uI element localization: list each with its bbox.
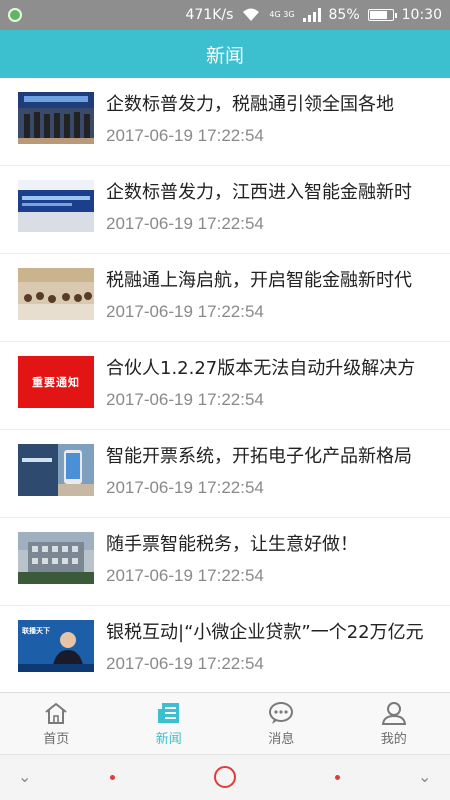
news-title: 税融通上海启航，开启智能金融新时代 — [106, 270, 412, 291]
tab-messages[interactable]: 消息 — [225, 693, 338, 754]
news-date: 2017-06-19 17:22:54 — [106, 214, 264, 233]
app-header: 新闻 — [0, 30, 450, 78]
news-date: 2017-06-19 17:22:54 — [106, 126, 264, 145]
status-right: 471K/s 4G 3G 85% 10:30 — [185, 0, 442, 30]
clock: 10:30 — [401, 7, 442, 23]
battery-percent: 85% — [328, 7, 360, 23]
news-icon — [157, 702, 179, 723]
news-item[interactable]: 联播天下 银税互动|“小微企业贷款”一个22万亿元 2017-06-19 17:… — [0, 606, 450, 692]
news-thumbnail — [18, 532, 94, 584]
back-button[interactable] — [110, 775, 115, 780]
news-title: 合伙人1.2.27版本无法自动升级解决方 — [106, 358, 416, 379]
news-date: 2017-06-19 17:22:54 — [106, 566, 264, 585]
thumbnail-text: 重要通知 — [32, 376, 80, 389]
tab-news[interactable]: 新闻 — [113, 693, 226, 754]
collapse-right-icon[interactable]: ⌄ — [418, 767, 431, 786]
home-icon — [45, 702, 67, 724]
news-date: 2017-06-19 17:22:54 — [106, 654, 264, 673]
message-icon — [269, 701, 294, 724]
news-title: 银税互动|“小微企业贷款”一个22万亿元 — [106, 622, 424, 643]
news-list: 企数标普发力，税融通引领全国各地 2017-06-19 17:22:54 企数标… — [0, 78, 450, 692]
signal-type-label: 4G 3G — [269, 10, 295, 19]
tab-news-label: 新闻 — [155, 731, 182, 747]
news-thumbnail — [18, 180, 94, 232]
news-item[interactable]: 智能开票系统，开拓电子化产品新格局 2017-06-19 17:22:54 — [0, 430, 450, 518]
bottom-tab-bar: 首页 新闻 消息 我的 — [0, 692, 450, 754]
battery-icon — [367, 9, 397, 21]
tab-messages-label: 消息 — [268, 731, 295, 747]
news-item[interactable]: 随手票智能税务，让生意好做！ 2017-06-19 17:22:54 — [0, 518, 450, 606]
news-thumbnail: 重要通知 — [18, 356, 94, 408]
network-speed: 471K/s — [185, 7, 234, 23]
home-button[interactable] — [214, 766, 236, 788]
news-item[interactable]: 企数标普发力，江西进入智能金融新时 2017-06-19 17:22:54 — [0, 166, 450, 254]
news-thumbnail — [18, 444, 94, 496]
news-thumbnail: 联播天下 — [18, 620, 94, 672]
news-item[interactable]: 企数标普发力，税融通引领全国各地 2017-06-19 17:22:54 — [0, 78, 450, 166]
status-bar: 471K/s 4G 3G 85% 10:30 — [0, 0, 450, 30]
news-item[interactable]: 重要通知 合伙人1.2.27版本无法自动升级解决方 2017-06-19 17:… — [0, 342, 450, 430]
news-thumbnail — [18, 268, 94, 320]
news-thumbnail — [18, 92, 94, 144]
collapse-left-icon[interactable]: ⌄ — [18, 767, 31, 786]
news-title: 智能开票系统，开拓电子化产品新格局 — [106, 446, 412, 467]
tab-profile[interactable]: 我的 — [338, 693, 450, 754]
anchor-figure — [18, 632, 94, 672]
recents-button[interactable] — [335, 775, 340, 780]
news-item[interactable]: 税融通上海启航，开启智能金融新时代 2017-06-19 17:22:54 — [0, 254, 450, 342]
news-title: 随手票智能税务，让生意好做！ — [106, 534, 358, 555]
wifi-icon — [243, 8, 260, 21]
news-title: 企数标普发力，税融通引领全国各地 — [106, 94, 394, 115]
page-title: 新闻 — [205, 44, 244, 67]
news-date: 2017-06-19 17:22:54 — [106, 390, 264, 409]
news-date: 2017-06-19 17:22:54 — [106, 478, 264, 497]
tab-home[interactable]: 首页 — [0, 693, 113, 754]
wechat-notification-icon — [8, 8, 22, 22]
tab-home-label: 首页 — [43, 731, 70, 747]
news-date: 2017-06-19 17:22:54 — [106, 302, 264, 321]
signal-icon — [302, 8, 321, 22]
profile-icon — [381, 701, 406, 725]
tab-profile-label: 我的 — [380, 731, 407, 747]
system-navigation-bar: ⌄ ⌄ — [0, 754, 450, 800]
news-title: 企数标普发力，江西进入智能金融新时 — [106, 182, 412, 203]
